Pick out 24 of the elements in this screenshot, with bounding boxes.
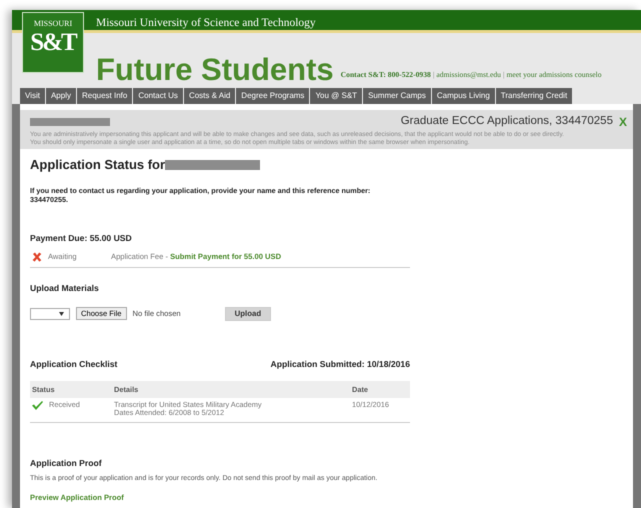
nav-tab[interactable]: Costs & Aid: [184, 88, 236, 104]
nav-tab[interactable]: Campus Living: [432, 88, 495, 104]
nav-tab[interactable]: Apply: [46, 88, 76, 104]
application-title: Graduate ECCC Applications, 334470255: [400, 114, 613, 130]
site-title: Future Students: [96, 52, 334, 88]
checkmark-icon: [32, 400, 43, 410]
nav-tab[interactable]: Request Info: [76, 88, 132, 104]
nav-tab[interactable]: Transferring Credit: [496, 88, 572, 104]
cross-icon: [32, 252, 42, 262]
category-dropdown[interactable]: [30, 308, 70, 320]
page-heading: Application Status for: [30, 156, 166, 174]
nav-tab[interactable]: You @ S&T: [310, 88, 362, 104]
nav-tab[interactable]: Contact Us: [133, 88, 183, 104]
section-heading: Payment Due: 55.00 USD: [30, 232, 133, 244]
nav-tab[interactable]: Visit: [20, 88, 45, 104]
section-heading: Application Proof: [30, 456, 103, 470]
nav-tab[interactable]: Summer Camps: [363, 88, 431, 104]
section-heading: Upload Materials: [30, 282, 100, 295]
nav-tab[interactable]: Degree Programs: [236, 88, 310, 104]
university-name: Missouri University of Science and Technology: [96, 16, 316, 31]
university-logo[interactable]: MISSOURI S&T: [22, 12, 84, 73]
section-heading: Application Checklist: [30, 358, 118, 371]
submitted-date: Application Submitted: 10/18/2016: [270, 358, 410, 371]
caret-icon: [59, 312, 64, 316]
